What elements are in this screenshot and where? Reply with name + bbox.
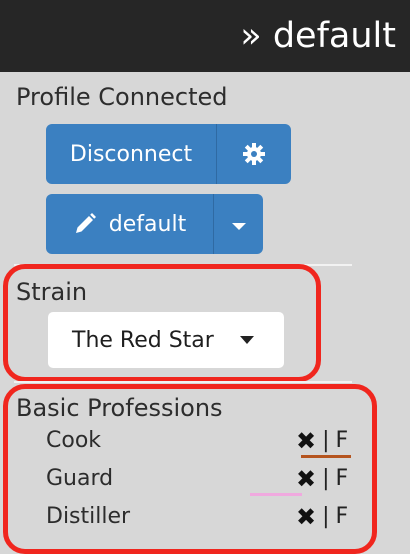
caret-down-icon (231, 222, 246, 230)
professions-highlight (3, 384, 377, 554)
profile-name: default (108, 211, 187, 237)
profile-edit-button[interactable]: default (46, 194, 213, 254)
profile-heading: Profile Connected (16, 83, 228, 111)
profile-dropdown-button[interactable] (213, 194, 263, 254)
disconnect-label: Disconnect (69, 141, 193, 167)
top-bar: » default (0, 0, 410, 72)
strain-highlight (3, 264, 321, 382)
disconnect-button[interactable]: Disconnect (46, 124, 216, 184)
profile-button-group: default (46, 194, 263, 254)
pencil-icon (75, 213, 96, 233)
gear-icon (243, 143, 265, 165)
divider (14, 381, 352, 383)
page-title: » default (240, 16, 396, 56)
disconnect-button-group: Disconnect (46, 124, 291, 184)
settings-button[interactable] (216, 124, 291, 184)
